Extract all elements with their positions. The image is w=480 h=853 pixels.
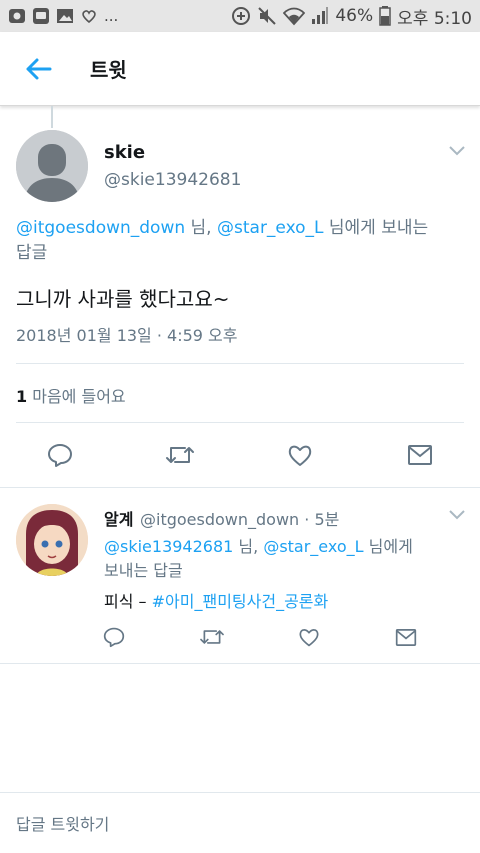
app-notification-icon xyxy=(9,9,25,23)
mention-link[interactable]: @itgoesdown_down xyxy=(16,218,185,238)
signal-icon xyxy=(312,7,329,24)
thread-connector xyxy=(51,106,53,128)
tweet-text: 그니까 사과를 했다고요~ xyxy=(16,287,230,311)
avatar[interactable] xyxy=(16,130,88,202)
retweet-button[interactable] xyxy=(160,435,200,475)
message-button[interactable] xyxy=(400,435,440,475)
reply-compose-bar[interactable]: 답글 트윗하기 xyxy=(0,792,480,853)
divider xyxy=(16,422,464,423)
compose-placeholder: 답글 트윗하기 xyxy=(16,815,110,834)
back-arrow-icon xyxy=(26,58,52,79)
reply-menu-button[interactable] xyxy=(448,506,466,525)
mention-link[interactable]: @star_exo_L xyxy=(263,537,363,556)
reply-suffix: 님, xyxy=(233,537,264,556)
avatar[interactable] xyxy=(16,504,88,576)
author-name[interactable]: skie xyxy=(104,142,145,163)
reply-button[interactable] xyxy=(40,435,80,475)
divider xyxy=(16,363,464,364)
reply-author-handle[interactable]: @itgoesdown_down xyxy=(140,510,299,529)
reply-suffix: 님, xyxy=(185,218,217,238)
back-button[interactable] xyxy=(8,39,68,99)
reply-context: @itgoesdown_down 님, @star_exo_L 님에게 보내는 … xyxy=(16,216,456,266)
chat-notification-icon xyxy=(33,8,49,24)
image-notification-icon xyxy=(57,9,73,23)
like-icon xyxy=(288,445,312,466)
wifi-icon xyxy=(283,7,306,26)
reply-icon xyxy=(48,444,72,467)
mute-icon xyxy=(258,7,277,25)
retweet-button[interactable] xyxy=(192,617,232,657)
page-title: 트윗 xyxy=(90,58,127,82)
reply-suffix-line2: 보내는 답글 xyxy=(104,561,183,580)
heart-notification-icon xyxy=(82,10,96,24)
reply-text-prefix: 피식 – xyxy=(104,592,152,611)
reply-text: 피식 – #아미_팬미팅사건_공론화 xyxy=(104,588,328,612)
reply-icon xyxy=(103,627,125,648)
data-saver-icon xyxy=(232,7,251,25)
reply-button[interactable] xyxy=(94,617,134,657)
like-button[interactable] xyxy=(289,617,329,657)
system-status: 46% 오후 5:10 xyxy=(231,4,472,29)
reply-time: · 5분 xyxy=(299,510,340,529)
hashtag-link[interactable]: #아미_팬미팅사건_공론화 xyxy=(152,592,329,611)
tweet-timestamp: 2018년 01월 13일 · 4:59 오후 xyxy=(16,326,238,345)
likes-count: 1 xyxy=(16,387,28,406)
author-handle[interactable]: @skie13942681 xyxy=(104,170,241,190)
reply-author-name[interactable]: 알계 xyxy=(104,506,133,530)
reply-suffix: 님에게 보내는 xyxy=(323,218,429,238)
message-icon xyxy=(395,628,417,646)
notification-icons: ... xyxy=(8,7,118,25)
like-icon xyxy=(299,629,319,647)
chevron-down-icon xyxy=(449,510,465,520)
mention-link[interactable]: @star_exo_L xyxy=(217,218,324,238)
divider xyxy=(0,663,480,664)
likes-stat[interactable]: 1 마음에 들어요 xyxy=(16,383,126,407)
battery-icon xyxy=(379,6,391,26)
reply-suffix: 님에게 xyxy=(363,537,413,556)
default-avatar-icon xyxy=(16,130,88,202)
message-button[interactable] xyxy=(386,617,426,657)
chevron-down-icon xyxy=(449,146,465,156)
anime-avatar-image xyxy=(16,504,88,576)
reply-author-meta: @itgoesdown_down · 5분 xyxy=(140,506,339,530)
more-notifications: ... xyxy=(104,7,119,25)
like-button[interactable] xyxy=(280,435,320,475)
retweet-icon xyxy=(166,447,194,463)
app-bar: 트윗 xyxy=(0,32,480,106)
reply-context: @skie13942681 님, @star_exo_L 님에게 보내는 답글 xyxy=(104,535,464,583)
message-icon xyxy=(408,445,432,465)
likes-label: 마음에 들어요 xyxy=(27,387,126,406)
battery-percentage: 46% xyxy=(335,6,374,26)
mention-link[interactable]: @skie13942681 xyxy=(104,537,233,556)
divider xyxy=(0,487,480,488)
status-bar: ... 46% 오후 5:10 xyxy=(0,0,480,32)
reply-suffix-line2: 답글 xyxy=(16,243,48,263)
retweet-icon xyxy=(200,630,224,644)
clock: 오후 5:10 xyxy=(397,8,472,29)
tweet-menu-button[interactable] xyxy=(448,142,466,161)
